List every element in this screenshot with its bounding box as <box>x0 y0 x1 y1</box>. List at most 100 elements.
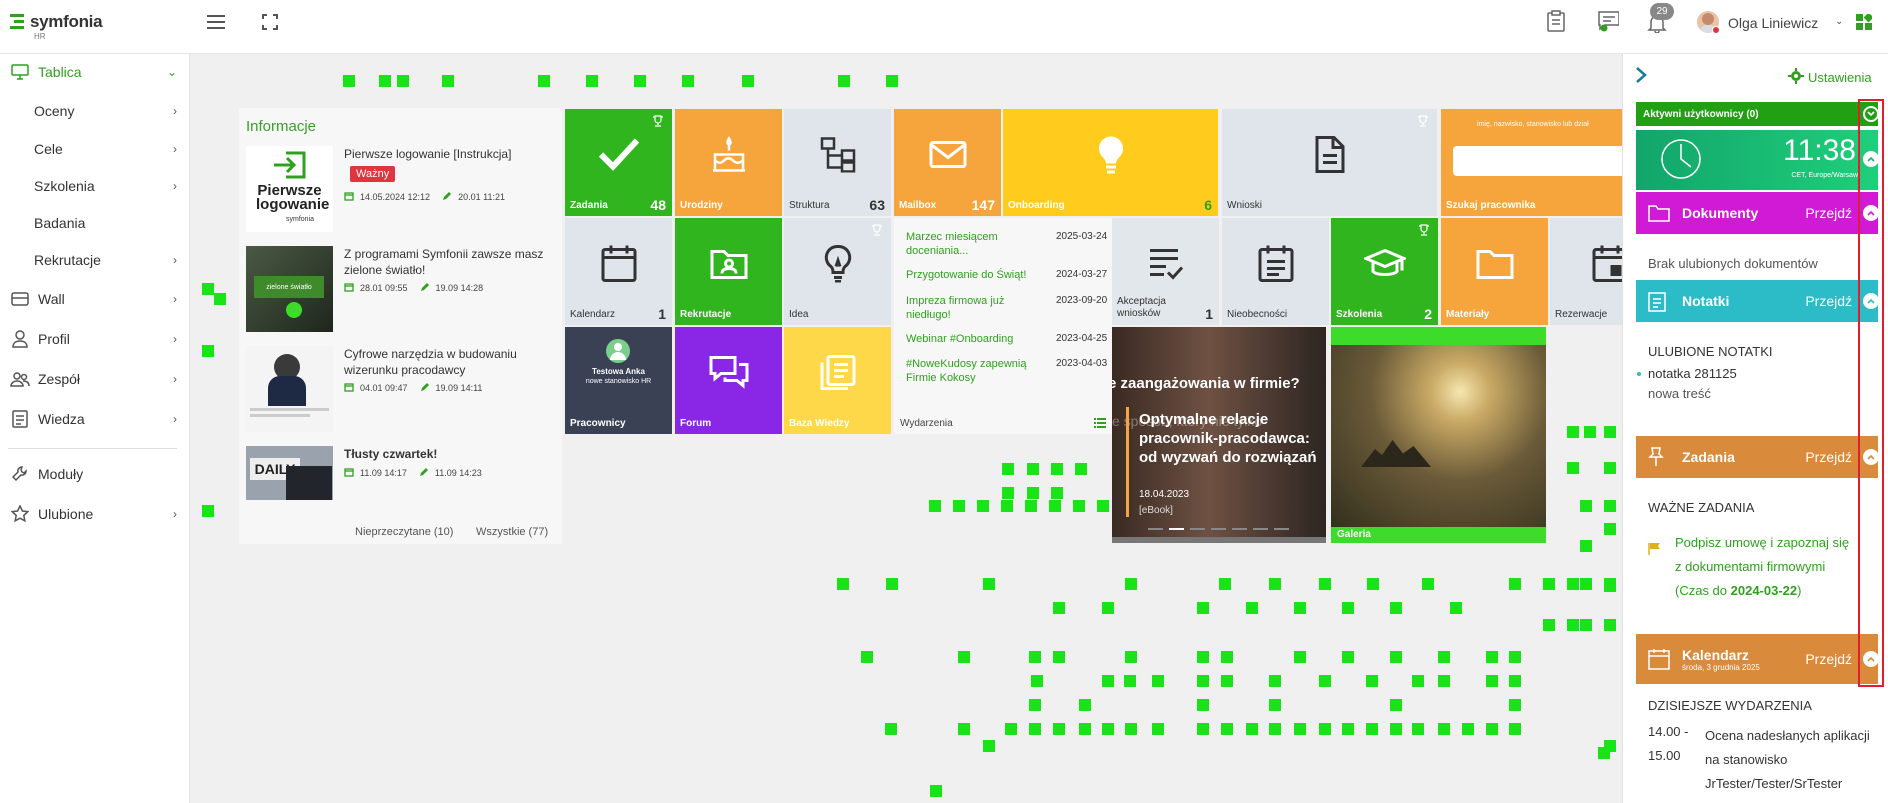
tile-szukaj-pracownika[interactable]: imię, nazwisko, stanowisko lub dział Szu… <box>1441 109 1622 216</box>
tile-label: Idea <box>789 309 809 320</box>
tile-rekrutacje[interactable]: Rekrutacje <box>675 218 782 325</box>
logo[interactable]: symfonia HR <box>10 12 103 41</box>
event-item[interactable]: Webinar #Onboarding 2023-04-25 <box>906 332 1112 346</box>
tasks-header[interactable]: Zadania Przejdź <box>1636 436 1878 478</box>
tile-mailbox[interactable]: Mailbox 147 <box>894 109 1001 216</box>
tile-idea[interactable]: Idea <box>784 218 891 325</box>
news-item[interactable]: Pierwsze logowanie symfonia Pierwsze log… <box>246 146 556 236</box>
tile-onboarding[interactable]: Onboarding 6 <box>1003 109 1218 216</box>
decorative-square <box>1219 578 1231 590</box>
decorative-square <box>1486 651 1498 663</box>
decorative-square <box>1567 426 1579 438</box>
sidebar-item-wiedza[interactable]: Wiedza › <box>0 404 185 434</box>
tile-rezerwacje[interactable]: Rezerwacje <box>1550 218 1622 325</box>
chevron-right-icon[interactable] <box>1635 66 1647 87</box>
decorative-square <box>1509 578 1521 590</box>
tile-label: Urodziny <box>680 200 723 211</box>
sidebar-item-wall[interactable]: Wall › <box>0 284 185 314</box>
chevron-up-icon[interactable] <box>1863 205 1879 221</box>
sidebar-item-tablica[interactable]: Tablica ⌄ <box>0 57 185 87</box>
decorative-square <box>977 500 989 512</box>
promo-carousel[interactable]: e zaangażowania w firmie? e sposób, któr… <box>1112 327 1326 543</box>
sidebar-item-szkolenia[interactable]: Szkolenia › <box>0 171 185 201</box>
unread-link[interactable]: Nieprzeczytane (10) <box>355 526 453 538</box>
chevron-down-icon[interactable] <box>1863 106 1879 122</box>
sidebar-item-zespol[interactable]: Zespół › <box>0 364 185 394</box>
fullscreen-icon[interactable] <box>259 11 281 33</box>
tile-urodziny[interactable]: Urodziny <box>675 109 782 216</box>
apps-grid-icon[interactable] <box>1856 12 1874 33</box>
tile-szkolenia[interactable]: Szkolenia 2 <box>1331 218 1438 325</box>
news-item[interactable]: Cyfrowe narzędzia w budowaniu wizerunku … <box>246 346 556 436</box>
messages-icon[interactable] <box>1597 10 1619 32</box>
decorative-square <box>634 75 646 87</box>
tile-count: 1 <box>658 306 666 322</box>
tile-materialy[interactable]: Materiały <box>1441 218 1548 325</box>
event-item[interactable]: Przygotowanie do Świąt! 2024-03-27 <box>906 268 1112 282</box>
documents-header[interactable]: Dokumenty Przejdź <box>1636 192 1878 234</box>
event-item[interactable]: #NoweKudosy zapewnią Firmie Kokosy 2023-0… <box>906 357 1112 385</box>
chevron-up-icon[interactable] <box>1863 293 1879 309</box>
tile-zadania[interactable]: Zadania 48 <box>565 109 672 216</box>
pencil-icon <box>419 467 429 479</box>
chevron-up-icon[interactable] <box>1863 651 1879 667</box>
sidebar-item-badania[interactable]: Badania <box>0 208 185 238</box>
hamburger-menu-icon[interactable] <box>205 11 227 33</box>
tile-label: Rekrutacje <box>680 309 732 320</box>
decorative-square <box>1604 500 1616 512</box>
sidebar-item-rekrutacje[interactable]: Rekrutacje › <box>0 245 185 275</box>
go-link[interactable]: Przejdź <box>1805 449 1852 465</box>
tile-pracownicy[interactable]: Testowa Anka nowe stanowisko HR Pracowni… <box>565 327 672 434</box>
task-item[interactable]: Podpisz umowę i zapoznaj się z dokumenta… <box>1675 531 1850 603</box>
tile-struktura[interactable]: Struktura 63 <box>784 109 891 216</box>
gear-icon <box>1788 68 1804 87</box>
employee-search-input[interactable] <box>1453 146 1622 176</box>
sidebar-item-profil[interactable]: Profil › <box>0 324 185 354</box>
chevron-down-icon[interactable]: ⌄ <box>1835 16 1843 27</box>
user-name[interactable]: Olga Liniewicz <box>1728 15 1818 31</box>
chevron-up-icon[interactable] <box>1863 151 1879 167</box>
settings-link[interactable]: Ustawienia <box>1788 68 1872 87</box>
go-link[interactable]: Przejdź <box>1805 293 1852 309</box>
tile-baza-wiedzy[interactable]: Baza Wiedzy <box>784 327 891 434</box>
go-link[interactable]: Przejdź <box>1805 205 1852 221</box>
active-users-header[interactable]: Aktywni użytkownicy (0) <box>1636 102 1878 126</box>
events-widget: Marzec miesiącem doceniania... 2025-03-24… <box>894 218 1112 434</box>
note-title[interactable]: notatka 281125 <box>1648 366 1737 381</box>
gallery-tile[interactable]: Galeria <box>1331 327 1546 543</box>
sidebar-item-cele[interactable]: Cele › <box>0 134 185 164</box>
tile-nieobecnosci[interactable]: Nieobecności <box>1222 218 1329 325</box>
carousel-progress <box>1112 537 1326 543</box>
list-icon[interactable] <box>1094 417 1106 431</box>
carousel-dots[interactable] <box>1148 528 1289 530</box>
clipboard-icon[interactable] <box>1545 10 1567 32</box>
all-link[interactable]: Wszystkie (77) <box>476 526 548 538</box>
event-time-to: 15.00 <box>1648 748 1681 763</box>
clipboard-icon <box>1648 290 1670 312</box>
tile-akceptacja-wnioskow[interactable]: Akceptacja wniosków 1 <box>1112 218 1219 325</box>
decorative-square <box>1390 723 1402 735</box>
go-link[interactable]: Przejdź <box>1805 651 1852 667</box>
sidebar-item-moduly[interactable]: Moduły <box>0 459 185 489</box>
calendar-header[interactable]: Kalendarz środa, 3 grudnia 2025 Przejdź <box>1636 634 1878 684</box>
event-item[interactable]: Marzec miesiącem doceniania... 2025-03-24 <box>906 230 1112 258</box>
news-date: 04.01 09:47 <box>360 383 408 393</box>
news-item[interactable]: zielone światło Z programami Symfonii za… <box>246 246 556 336</box>
chevron-up-icon[interactable] <box>1863 449 1879 465</box>
tile-label: Pracownicy <box>570 418 626 429</box>
calendar-event[interactable]: Ocena nadesłanych aplikacji na stanowisk… <box>1705 724 1870 796</box>
event-item[interactable]: Impreza firmowa już niedługo! 2023-09-20 <box>906 294 1112 322</box>
decorative-square <box>1567 462 1579 474</box>
tile-wnioski[interactable]: Wnioski <box>1222 109 1437 216</box>
sidebar-item-oceny[interactable]: Oceny › <box>0 96 185 126</box>
tile-kalendarz[interactable]: Kalendarz 1 <box>565 218 672 325</box>
tile-label: Forum <box>680 418 712 429</box>
decorative-square <box>1102 723 1114 735</box>
news-item[interactable]: DAILY Tłusty czwartek! 11.09 14:17 11.09… <box>246 446 556 536</box>
decorative-square <box>953 500 965 512</box>
news-title: Z programami Symfonii zawsze masz zielon… <box>344 247 544 277</box>
tile-forum[interactable]: Forum <box>675 327 782 434</box>
notes-header[interactable]: Notatki Przejdź <box>1636 280 1878 322</box>
chevron-right-icon: › <box>173 104 177 118</box>
sidebar-item-ulubione[interactable]: Ulubione › <box>0 499 185 529</box>
